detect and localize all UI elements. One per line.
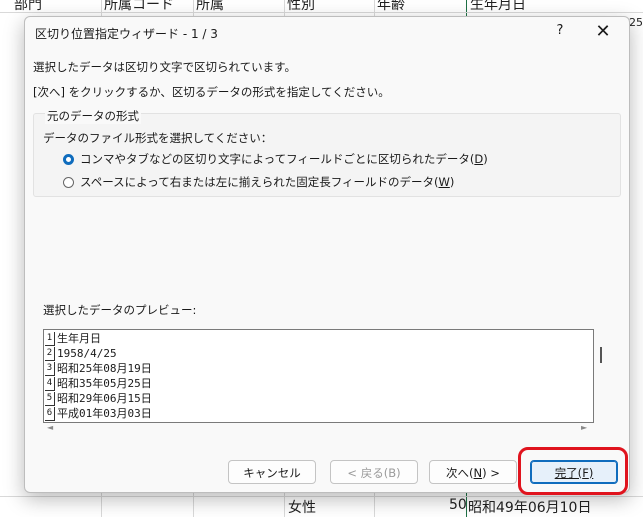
radio-delimited-label: コンマやタブなどの区切り文字によってフィールドごとに区切られたデータ(D) (80, 152, 488, 166)
header-cell-affiliation[interactable]: 所属 (196, 0, 224, 14)
cell-birthdate[interactable]: 昭和49年06月10日 (468, 497, 591, 517)
row-text: 昭和29年06月15日 (57, 392, 152, 405)
row-text: 1958/4/25 (57, 347, 117, 360)
row-text: 昭和25年08月19日 (57, 362, 152, 375)
cell-gender[interactable]: 女性 (288, 497, 316, 517)
data-format-group-title: 元のデータの形式 (45, 108, 141, 124)
finish-button-highlight (518, 447, 628, 495)
next-button[interactable]: 次へ(N) > (429, 460, 517, 484)
preview-row: 5 昭和29年06月15日 (44, 392, 152, 407)
dialog-title: 区切り位置指定ウィザード - 1 / 3 (35, 27, 218, 41)
cell-age[interactable]: 50 (449, 497, 467, 513)
preview-row: 2 1958/4/25 (44, 347, 117, 362)
header-cell-age[interactable]: 年齢 (377, 0, 405, 14)
data-preview-pane[interactable]: 1 生年月日 2 1958/4/25 3 昭和25年08月19日 4 昭和35年05月2… (43, 329, 594, 423)
header-cell-code[interactable]: 所属コード (104, 0, 174, 14)
row-text: 生年月日 (57, 332, 101, 345)
scroll-left-arrow-icon[interactable]: ◄ (47, 423, 53, 432)
row-number: 2 (45, 347, 55, 361)
radio-checked-icon[interactable] (63, 153, 74, 165)
header-cell-dept[interactable]: 部門 (14, 0, 42, 14)
intro-line-2: [次へ] をクリックするか、区切るデータの形式を指定してください。 (33, 85, 390, 99)
cancel-button[interactable]: キャンセル (228, 460, 316, 484)
header-cell-birthdate[interactable]: 生年月日 (470, 0, 526, 14)
scroll-right-arrow-icon[interactable]: ► (581, 423, 587, 432)
text-to-columns-wizard-dialog: 区切り位置指定ウィザード - 1 / 3 ? ✕ 選択したデータは区切り文字で区… (24, 16, 630, 493)
row-text: 平成01年03月03日 (57, 407, 152, 420)
dialog-titlebar[interactable]: 区切り位置指定ウィザード - 1 / 3 ? ✕ (25, 17, 629, 49)
row-number: 5 (45, 392, 55, 406)
preview-row: 4 昭和35年05月25日 (44, 377, 152, 392)
preview-row: 1 生年月日 (44, 332, 101, 347)
header-cell-gender[interactable]: 性別 (287, 0, 315, 14)
row-number: 3 (45, 362, 55, 376)
row-text: 昭和35年05月25日 (57, 377, 152, 390)
grid-row-line (0, 12, 643, 13)
preview-label: 選択したデータのプレビュー: (43, 303, 197, 317)
radio-fixed-width-label: スペースによって右または左に揃えられた固定長フィールドのデータ(W) (80, 175, 455, 189)
radio-unchecked-icon[interactable] (63, 176, 74, 188)
preview-vertical-scrollbar[interactable] (600, 347, 602, 363)
row-number: 4 (45, 377, 55, 391)
back-button[interactable]: < 戻る(B) (330, 460, 418, 484)
help-button[interactable]: ? (552, 23, 568, 41)
radio-fixed-width[interactable]: スペースによって右または左に揃えられた固定長フィールドのデータ(W) (63, 173, 454, 191)
cell-fragment[interactable]: 25 (629, 16, 643, 29)
data-format-prompt: データのファイル形式を選択してください： (43, 131, 273, 145)
close-button[interactable]: ✕ (593, 21, 613, 43)
row-number: 1 (45, 332, 55, 346)
radio-delimited[interactable]: コンマやタブなどの区切り文字によってフィールドごとに区切られたデータ(D) (63, 150, 488, 168)
preview-row: 6 平成01年03月03日 (44, 407, 152, 422)
intro-line-1: 選択したデータは区切り文字で区切られています。 (33, 60, 297, 74)
row-number: 6 (45, 407, 55, 421)
preview-row: 3 昭和25年08月19日 (44, 362, 152, 377)
